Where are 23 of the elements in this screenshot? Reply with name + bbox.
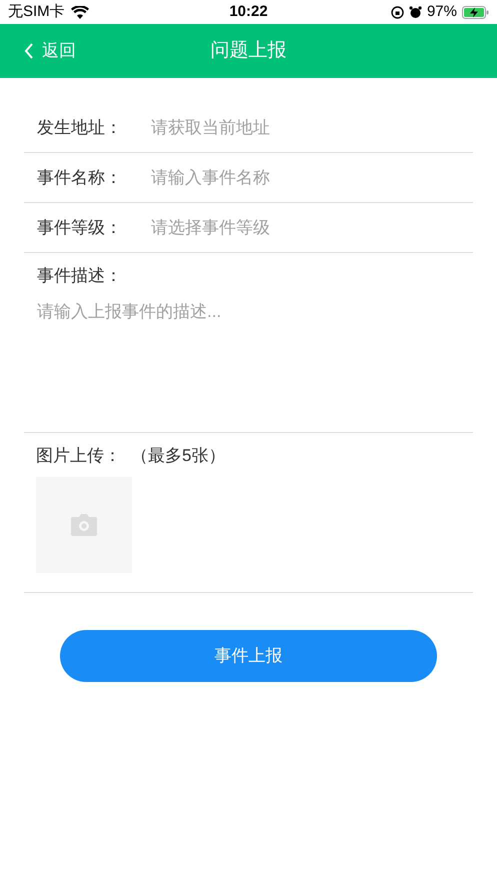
input-field[interactable]: 请获取当前地址: [151, 114, 473, 140]
back-button[interactable]: 返回: [0, 38, 76, 64]
carrier-label: 无SIM卡: [8, 2, 65, 22]
page-title: 问题上报: [210, 38, 286, 63]
input-field[interactable]: 请选择事件等级: [151, 214, 473, 240]
field-label: 发生地址：: [36, 116, 123, 139]
field-label: 事件等级：: [36, 216, 123, 239]
clock-time: 10:22: [229, 2, 268, 22]
add-photo-button[interactable]: [36, 476, 132, 572]
battery-percent: 97%: [426, 2, 457, 22]
rotation-lock-icon: [390, 6, 404, 18]
chevron-left-icon: [24, 43, 34, 59]
description-field[interactable]: 请输入上报事件的描述...: [37, 298, 460, 418]
alarm-icon: [408, 6, 422, 18]
field-label: 事件描述：: [37, 265, 123, 287]
upload-limit-hint: （最多5张）: [131, 445, 226, 467]
battery-charging-icon: [462, 6, 489, 18]
wifi-icon: [70, 6, 89, 18]
field-label: 事件名称：: [36, 166, 123, 189]
input-field[interactable]: 请输入事件名称: [151, 164, 473, 190]
submit-button[interactable]: 事件上报: [60, 630, 437, 682]
camera-icon: [71, 514, 97, 536]
field-label: 图片上传：: [36, 445, 121, 467]
